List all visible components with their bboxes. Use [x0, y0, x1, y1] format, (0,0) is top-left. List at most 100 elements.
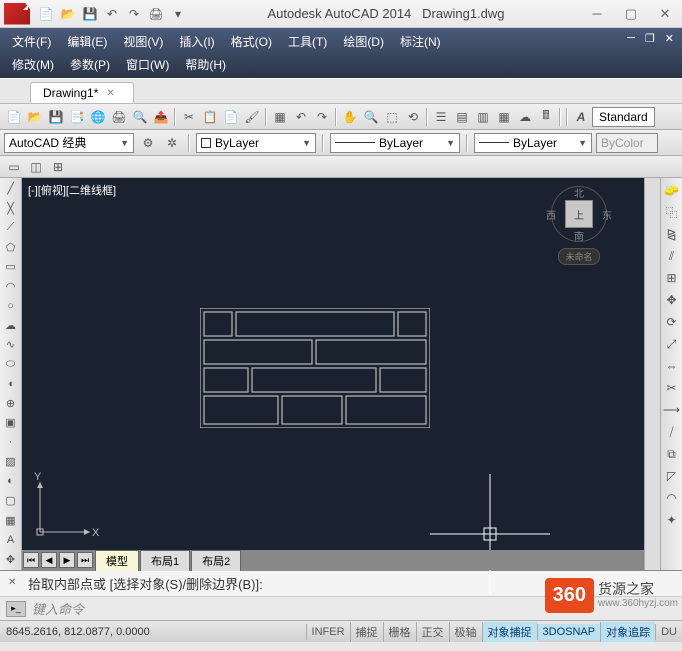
copy-icon[interactable]: 📋: [200, 107, 220, 127]
web-icon[interactable]: 🌐: [88, 107, 108, 127]
publish-icon[interactable]: 📤: [151, 107, 171, 127]
addselect-icon[interactable]: ✥: [2, 551, 20, 569]
maximize-button[interactable]: ▢: [618, 5, 644, 23]
status-ortho[interactable]: 正交: [416, 622, 449, 642]
trim-icon[interactable]: ✂: [662, 378, 682, 398]
polygon-icon[interactable]: ⬠: [2, 239, 20, 257]
menu-modify[interactable]: 修改(M): [4, 53, 62, 76]
explode-icon[interactable]: ✦: [662, 510, 682, 530]
workspace-settings-icon[interactable]: ⚙: [138, 133, 158, 153]
mtext-icon[interactable]: A: [2, 531, 20, 549]
status-otrack[interactable]: 对象追踪: [600, 622, 655, 642]
command-close-icon[interactable]: ✕: [8, 577, 22, 591]
stretch-icon[interactable]: ⇔: [662, 356, 682, 376]
scale-icon[interactable]: ⤢: [662, 334, 682, 354]
layout-prev-icon[interactable]: ◀: [41, 552, 57, 568]
drawing-canvas[interactable]: [-][俯视][二维线框] 北 南 西 东 上 未命名: [22, 178, 644, 570]
viewport-label[interactable]: [-][俯视][二维线框]: [28, 182, 116, 198]
qat-save-icon[interactable]: 💾: [80, 4, 100, 24]
doc-close-icon[interactable]: ✕: [661, 30, 678, 53]
layout-tab-model[interactable]: 模型: [95, 550, 139, 571]
makeblock-icon[interactable]: ▣: [2, 414, 20, 432]
new-icon[interactable]: 📄: [4, 107, 24, 127]
textstyle-combo[interactable]: Standard: [592, 107, 655, 127]
vp-single-icon[interactable]: ▭: [4, 157, 24, 177]
zoom-win-icon[interactable]: ⬚: [382, 107, 402, 127]
status-polar[interactable]: 极轴: [449, 622, 482, 642]
region-icon[interactable]: ▢: [2, 492, 20, 510]
vertical-scrollbar[interactable]: [644, 178, 660, 570]
spline-icon[interactable]: ∿: [2, 336, 20, 354]
gradient-icon[interactable]: ◐: [2, 473, 20, 491]
undo-icon[interactable]: ↶: [291, 107, 311, 127]
calc-icon[interactable]: 🖩: [536, 107, 556, 127]
layer-color-combo[interactable]: ByLayer ▼: [196, 133, 316, 153]
saveas-icon[interactable]: 📑: [67, 107, 87, 127]
command-prompt-icon[interactable]: ▸_: [6, 601, 26, 617]
qat-print-icon[interactable]: 🖨: [146, 4, 166, 24]
preview-icon[interactable]: 🔍: [130, 107, 150, 127]
layout-first-icon[interactable]: ⏮: [23, 552, 39, 568]
qat-dropdown-icon[interactable]: ▾: [168, 4, 188, 24]
status-3dosnap[interactable]: 3DOSNAP: [537, 624, 601, 640]
copy-obj-icon[interactable]: ⿻: [662, 202, 682, 222]
matchprop-icon[interactable]: 🖌: [242, 107, 262, 127]
array-icon[interactable]: ⊞: [662, 268, 682, 288]
arc-icon[interactable]: ◠: [2, 278, 20, 296]
doc-restore-icon[interactable]: ❐: [641, 30, 659, 53]
viewcube[interactable]: 北 南 西 东 上 未命名: [544, 186, 614, 271]
table-icon[interactable]: ▦: [2, 512, 20, 530]
move-icon[interactable]: ✥: [662, 290, 682, 310]
pan-icon[interactable]: ✋: [340, 107, 360, 127]
fillet-icon[interactable]: ◠: [662, 488, 682, 508]
revcloud-icon[interactable]: ☁: [2, 317, 20, 335]
status-osnap[interactable]: 对象捕捉: [482, 622, 537, 642]
rotate-icon[interactable]: ⟳: [662, 312, 682, 332]
ellipsearc-icon[interactable]: ◖: [2, 375, 20, 393]
ellipse-icon[interactable]: ⬭: [2, 356, 20, 374]
qat-open-icon[interactable]: 📂: [58, 4, 78, 24]
plotstyle-combo[interactable]: ByColor: [596, 133, 658, 153]
rectangle-icon[interactable]: ▭: [2, 258, 20, 276]
status-snap[interactable]: 捕捉: [350, 622, 383, 642]
hatch-icon[interactable]: ▨: [2, 453, 20, 471]
vp-two-icon[interactable]: ◫: [26, 157, 46, 177]
menu-help[interactable]: 帮助(H): [177, 53, 234, 76]
qat-new-icon[interactable]: 📄: [36, 4, 56, 24]
cut-icon[interactable]: ✂: [179, 107, 199, 127]
join-icon[interactable]: ⧉: [662, 444, 682, 464]
app-logo[interactable]: [4, 3, 30, 25]
block-icon[interactable]: ▦: [270, 107, 290, 127]
mirror-icon[interactable]: ⧎: [662, 224, 682, 244]
menu-view[interactable]: 视图(V): [115, 30, 171, 53]
status-ducs[interactable]: DU: [655, 624, 682, 640]
pline-icon[interactable]: ⟋: [2, 219, 20, 237]
viewcube-face[interactable]: 上: [565, 200, 593, 228]
properties-icon[interactable]: ☰: [431, 107, 451, 127]
menu-parametric[interactable]: 参数(P): [62, 53, 118, 76]
document-tab[interactable]: Drawing1* ✕: [30, 82, 134, 103]
paste-icon[interactable]: 📄: [221, 107, 241, 127]
document-tab-close-icon[interactable]: ✕: [106, 88, 114, 99]
menu-draw[interactable]: 绘图(D): [335, 30, 392, 53]
qat-redo-icon[interactable]: ↷: [124, 4, 144, 24]
line-icon[interactable]: ╱: [2, 180, 20, 198]
insert-icon[interactable]: ⊕: [2, 395, 20, 413]
offset-icon[interactable]: ⫽: [662, 246, 682, 266]
markup-icon[interactable]: ☁: [515, 107, 535, 127]
menu-dimension[interactable]: 标注(N): [392, 30, 449, 53]
lineweight-combo[interactable]: ByLayer ▼: [474, 133, 592, 153]
workspace-gear-icon[interactable]: ✲: [162, 133, 182, 153]
designcenter-icon[interactable]: ▤: [452, 107, 472, 127]
save-icon[interactable]: 💾: [46, 107, 66, 127]
linetype-combo[interactable]: ByLayer ▼: [330, 133, 460, 153]
open-icon[interactable]: 📂: [25, 107, 45, 127]
status-infer[interactable]: INFER: [306, 624, 350, 640]
textstyle-icon[interactable]: A: [571, 107, 591, 127]
chamfer-icon[interactable]: ◸: [662, 466, 682, 486]
circle-icon[interactable]: ○: [2, 297, 20, 315]
break-icon[interactable]: ⧸: [662, 422, 682, 442]
minimize-button[interactable]: ─: [584, 5, 610, 23]
zoom-rt-icon[interactable]: 🔍: [361, 107, 381, 127]
doc-minimize-icon[interactable]: ─: [623, 30, 639, 53]
